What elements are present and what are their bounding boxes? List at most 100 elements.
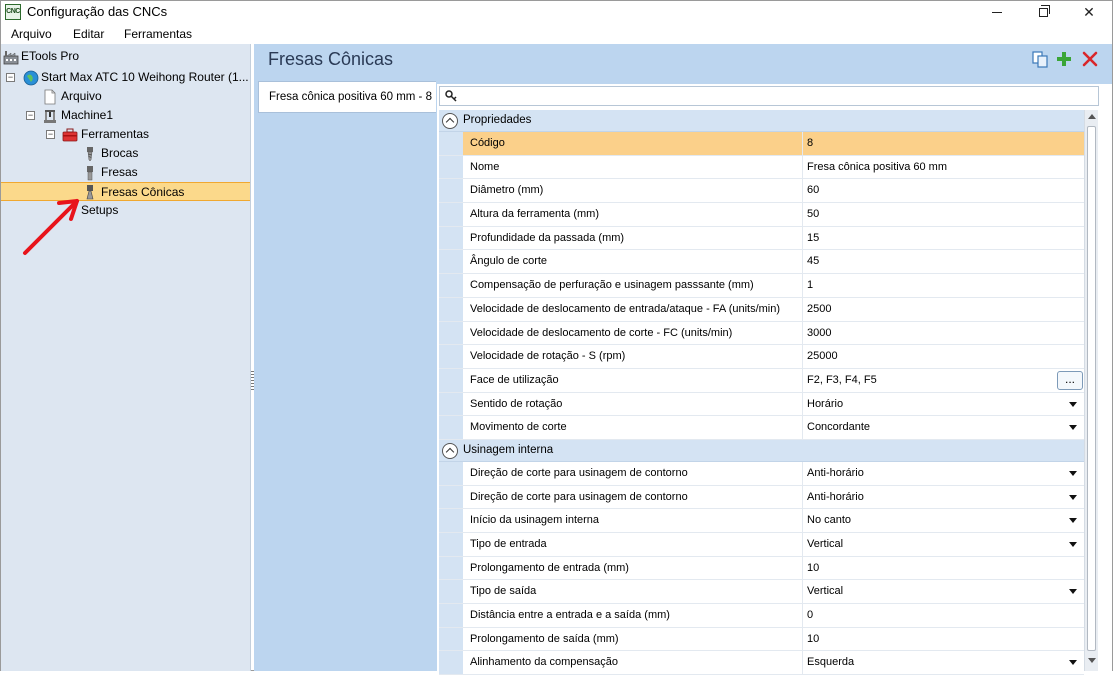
property-row[interactable]: Direção de corte para usinagem de contor… [439, 485, 1084, 510]
tree-item-fresas[interactable]: Fresas [1, 163, 250, 182]
property-value[interactable]: Esquerda [807, 656, 854, 668]
property-row[interactable]: Ângulo de corte 45 [439, 250, 1084, 275]
property-value[interactable]: Anti-horário [807, 467, 864, 479]
menu-bar: Arquivo Editar Ferramentas [1, 23, 1112, 44]
dropdown-arrow-icon[interactable] [1069, 589, 1077, 595]
ellipsis-button[interactable]: ... [1057, 370, 1083, 390]
file-icon [44, 89, 56, 105]
property-row[interactable]: Prolongamento de saída (mm) 10 [439, 627, 1084, 652]
row-gutter [439, 132, 463, 155]
collapse-icon[interactable]: − [46, 130, 55, 139]
property-value[interactable]: F2, F3, F4, F5 [807, 374, 877, 386]
property-row[interactable]: Velocidade de deslocamento de corte - FC… [439, 321, 1084, 346]
property-row[interactable]: Movimento de corte Concordante [439, 416, 1084, 440]
menu-arquivo[interactable]: Arquivo [11, 27, 52, 41]
property-row[interactable]: Altura da ferramenta (mm) 50 [439, 203, 1084, 227]
property-row[interactable]: Profundidade da passada (mm) 15 [439, 226, 1084, 251]
tree-item-arquivo[interactable]: Arquivo [1, 87, 250, 106]
toolbox-icon [62, 128, 78, 142]
scroll-thumb[interactable] [1087, 126, 1096, 651]
property-name: Altura da ferramenta (mm) [470, 208, 599, 221]
tree-item-brocas[interactable]: Brocas [1, 144, 250, 163]
property-row[interactable]: Tipo de saída Vertical [439, 580, 1084, 605]
dropdown-arrow-icon[interactable] [1069, 425, 1077, 431]
property-grid: Propriedades Código 8 Nome Fresa cônica po… [439, 110, 1084, 675]
property-value[interactable]: 8 [807, 137, 813, 149]
restore-icon [1038, 5, 1050, 18]
dropdown-arrow-icon[interactable] [1069, 401, 1077, 407]
property-name: Tipo de entrada [470, 538, 547, 550]
property-value[interactable]: Vertical [807, 538, 843, 550]
column-separator [802, 604, 803, 627]
scroll-down-icon[interactable] [1088, 658, 1096, 663]
property-value[interactable]: Vertical [807, 585, 843, 597]
tree-label: ETools Pro [21, 49, 80, 63]
dropdown-arrow-icon[interactable] [1069, 660, 1077, 666]
column-separator [802, 580, 803, 604]
property-row[interactable]: Código 8 [439, 132, 1084, 156]
property-row[interactable]: Tipo de entrada Vertical [439, 533, 1084, 557]
property-row[interactable]: Prolongamento de entrada (mm) 10 [439, 556, 1084, 581]
property-row[interactable]: Face de utilização F2, F3, F4, F5... [439, 368, 1084, 393]
tree-item-machine-profile[interactable]: − Start Max ATC 10 Weihong Router (1... [1, 68, 250, 87]
minimize-button[interactable] [974, 1, 1020, 23]
collapse-icon[interactable]: − [26, 111, 35, 120]
property-value[interactable]: 0 [807, 609, 813, 621]
property-value[interactable]: Anti-horário [807, 491, 864, 503]
property-value[interactable]: 45 [807, 255, 819, 267]
vertical-scrollbar[interactable] [1084, 110, 1098, 671]
property-value[interactable]: 2500 [807, 303, 831, 315]
copy-icon[interactable] [1031, 50, 1049, 68]
property-value[interactable]: 60 [807, 184, 819, 196]
property-row[interactable]: Início da usinagem interna No canto [439, 509, 1084, 533]
dropdown-arrow-icon[interactable] [1069, 542, 1077, 547]
category-label: Usinagem interna [463, 443, 554, 456]
dropdown-arrow-icon[interactable] [1069, 518, 1077, 524]
scroll-up-icon[interactable] [1088, 114, 1096, 119]
row-gutter [439, 179, 463, 203]
delete-icon[interactable] [1081, 50, 1099, 68]
property-value[interactable]: 15 [807, 232, 819, 244]
property-value[interactable]: Horário [807, 398, 843, 410]
collapse-category-icon[interactable] [442, 442, 458, 459]
menu-editar[interactable]: Editar [73, 27, 104, 41]
menu-ferramentas[interactable]: Ferramentas [124, 27, 192, 41]
tree-item-etools-pro[interactable]: ETools Pro [1, 47, 250, 66]
property-search-input[interactable] [439, 86, 1099, 106]
property-value[interactable]: 3000 [807, 327, 831, 339]
property-value[interactable]: Concordante [807, 421, 870, 433]
dropdown-arrow-icon[interactable] [1069, 470, 1077, 476]
dropdown-arrow-icon[interactable] [1069, 494, 1077, 500]
property-row[interactable]: Diâmetro (mm) 60 [439, 179, 1084, 204]
property-row[interactable]: Nome Fresa cônica positiva 60 mm [439, 155, 1084, 180]
cnc-machine-icon [44, 110, 56, 123]
property-row[interactable]: Velocidade de deslocamento de entrada/at… [439, 297, 1084, 322]
property-row[interactable]: Sentido de rotação Horário [439, 392, 1084, 417]
column-separator [802, 250, 803, 274]
collapse-category-icon[interactable] [442, 113, 458, 129]
property-row[interactable]: Direção de corte para usinagem de contor… [439, 461, 1084, 486]
property-name: Tipo de saída [470, 585, 537, 598]
property-value[interactable]: 25000 [807, 350, 838, 362]
property-row[interactable]: Compensação de perfuração e usinagem pas… [439, 274, 1084, 298]
property-value[interactable]: 50 [807, 208, 819, 220]
property-value[interactable]: Fresa cônica positiva 60 mm [807, 161, 947, 173]
property-row[interactable]: Alinhamento da compensação Esquerda [439, 651, 1084, 675]
close-button[interactable]: ✕ [1066, 1, 1112, 23]
property-row[interactable]: Distância entre a entrada e a saída (mm)… [439, 604, 1084, 628]
tree-item-machine1[interactable]: − Machine1 [1, 106, 250, 125]
detail-pane: Fresas Cônicas Fresa cônica positiva 60 … [254, 44, 1112, 675]
property-value[interactable]: 10 [807, 633, 819, 645]
property-row[interactable]: Velocidade de rotação - S (rpm) 25000 [439, 345, 1084, 369]
collapse-icon[interactable]: − [6, 73, 15, 82]
list-item[interactable]: Fresa cônica positiva 60 mm - 8 [258, 81, 436, 113]
property-value[interactable]: 1 [807, 279, 813, 291]
title-bar[interactable]: CNC Configuração das CNCs ✕ [1, 1, 1112, 23]
column-separator [802, 368, 803, 392]
tree-item-ferramentas[interactable]: − Ferramentas [1, 125, 250, 144]
property-value[interactable]: No canto [807, 514, 851, 526]
property-value[interactable]: 10 [807, 562, 819, 574]
column-separator [802, 345, 803, 368]
add-icon[interactable] [1055, 50, 1073, 68]
maximize-button[interactable] [1020, 1, 1066, 23]
